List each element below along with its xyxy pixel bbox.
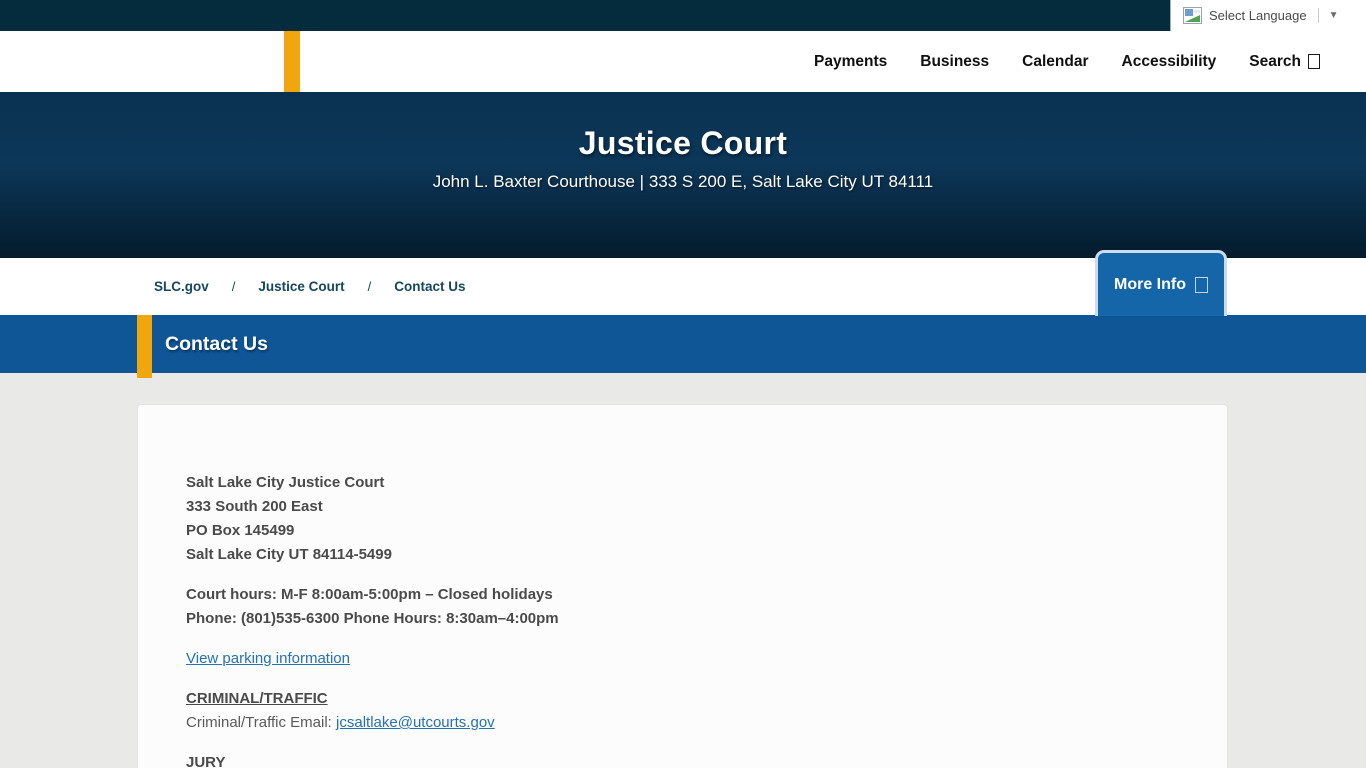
- more-info-button[interactable]: More Info: [1095, 250, 1227, 316]
- gold-accent-stripe: [284, 31, 300, 92]
- criminal-email-row: Criminal/Traffic Email: jcsaltlake@utcou…: [186, 711, 1179, 735]
- breadcrumb-separator: /: [368, 279, 372, 294]
- main-navigation: Payments Business Calendar Accessibility…: [814, 31, 1320, 92]
- nav-item-calendar[interactable]: Calendar: [1022, 53, 1088, 71]
- gold-accent-stripe: [137, 315, 152, 378]
- language-selector[interactable]: Select Language ▼: [1170, 0, 1366, 31]
- address-line: 333 South 200 East: [186, 495, 1179, 519]
- top-utility-bar: Select Language ▼: [0, 0, 1366, 31]
- breadcrumb-separator: /: [232, 279, 236, 294]
- more-info-icon: [1195, 277, 1208, 293]
- breadcrumb-item-contact-us[interactable]: Contact Us: [394, 279, 465, 294]
- hours-block: Court hours: M-F 8:00am-5:00pm – Closed …: [186, 583, 1179, 631]
- hero-banner: Justice Court John L. Baxter Courthouse …: [0, 92, 1366, 258]
- jury-heading: JURY: [186, 751, 1179, 768]
- nav-item-business[interactable]: Business: [920, 53, 989, 71]
- section-title-band: Contact Us: [0, 315, 1366, 373]
- more-info-label: More Info: [1114, 276, 1186, 294]
- search-icon: [1308, 54, 1320, 69]
- nav-search-label: Search: [1249, 53, 1301, 71]
- nav-item-payments[interactable]: Payments: [814, 53, 887, 71]
- breadcrumb: SLC.gov / Justice Court / Contact Us: [154, 258, 466, 315]
- address-line: Salt Lake City Justice Court: [186, 471, 1179, 495]
- contact-card: Salt Lake City Justice Court 333 South 2…: [137, 404, 1228, 768]
- nav-search[interactable]: Search: [1249, 53, 1320, 71]
- chevron-down-icon: ▼: [1326, 10, 1339, 21]
- translate-icon: [1183, 7, 1202, 24]
- page-title: Justice Court: [0, 92, 1366, 162]
- phone-hours: Phone: (801)535-6300 Phone Hours: 8:30am…: [186, 607, 1179, 631]
- parking-link-row: View parking information: [186, 647, 1179, 671]
- site-header: Payments Business Calendar Accessibility…: [0, 31, 1366, 92]
- court-hours: Court hours: M-F 8:00am-5:00pm – Closed …: [186, 583, 1179, 607]
- address-line: Salt Lake City UT 84114-5499: [186, 543, 1179, 567]
- criminal-email-label: Criminal/Traffic Email:: [186, 714, 336, 731]
- breadcrumb-item-justice-court[interactable]: Justice Court: [258, 279, 344, 294]
- parking-info-link[interactable]: View parking information: [186, 650, 350, 667]
- section-title: Contact Us: [165, 315, 268, 373]
- language-divider: [1318, 8, 1319, 23]
- nav-item-accessibility[interactable]: Accessibility: [1122, 53, 1217, 71]
- breadcrumb-band: SLC.gov / Justice Court / Contact Us Mor…: [0, 258, 1366, 315]
- breadcrumb-item-slcgov[interactable]: SLC.gov: [154, 279, 209, 294]
- criminal-traffic-heading: CRIMINAL/TRAFFIC: [186, 687, 1179, 711]
- criminal-email-link[interactable]: jcsaltlake@utcourts.gov: [336, 714, 495, 731]
- hero-subtitle: John L. Baxter Courthouse | 333 S 200 E,…: [0, 172, 1366, 192]
- address-line: PO Box 145499: [186, 519, 1179, 543]
- content-background: Salt Lake City Justice Court 333 South 2…: [0, 373, 1366, 768]
- language-selector-label: Select Language: [1209, 8, 1307, 23]
